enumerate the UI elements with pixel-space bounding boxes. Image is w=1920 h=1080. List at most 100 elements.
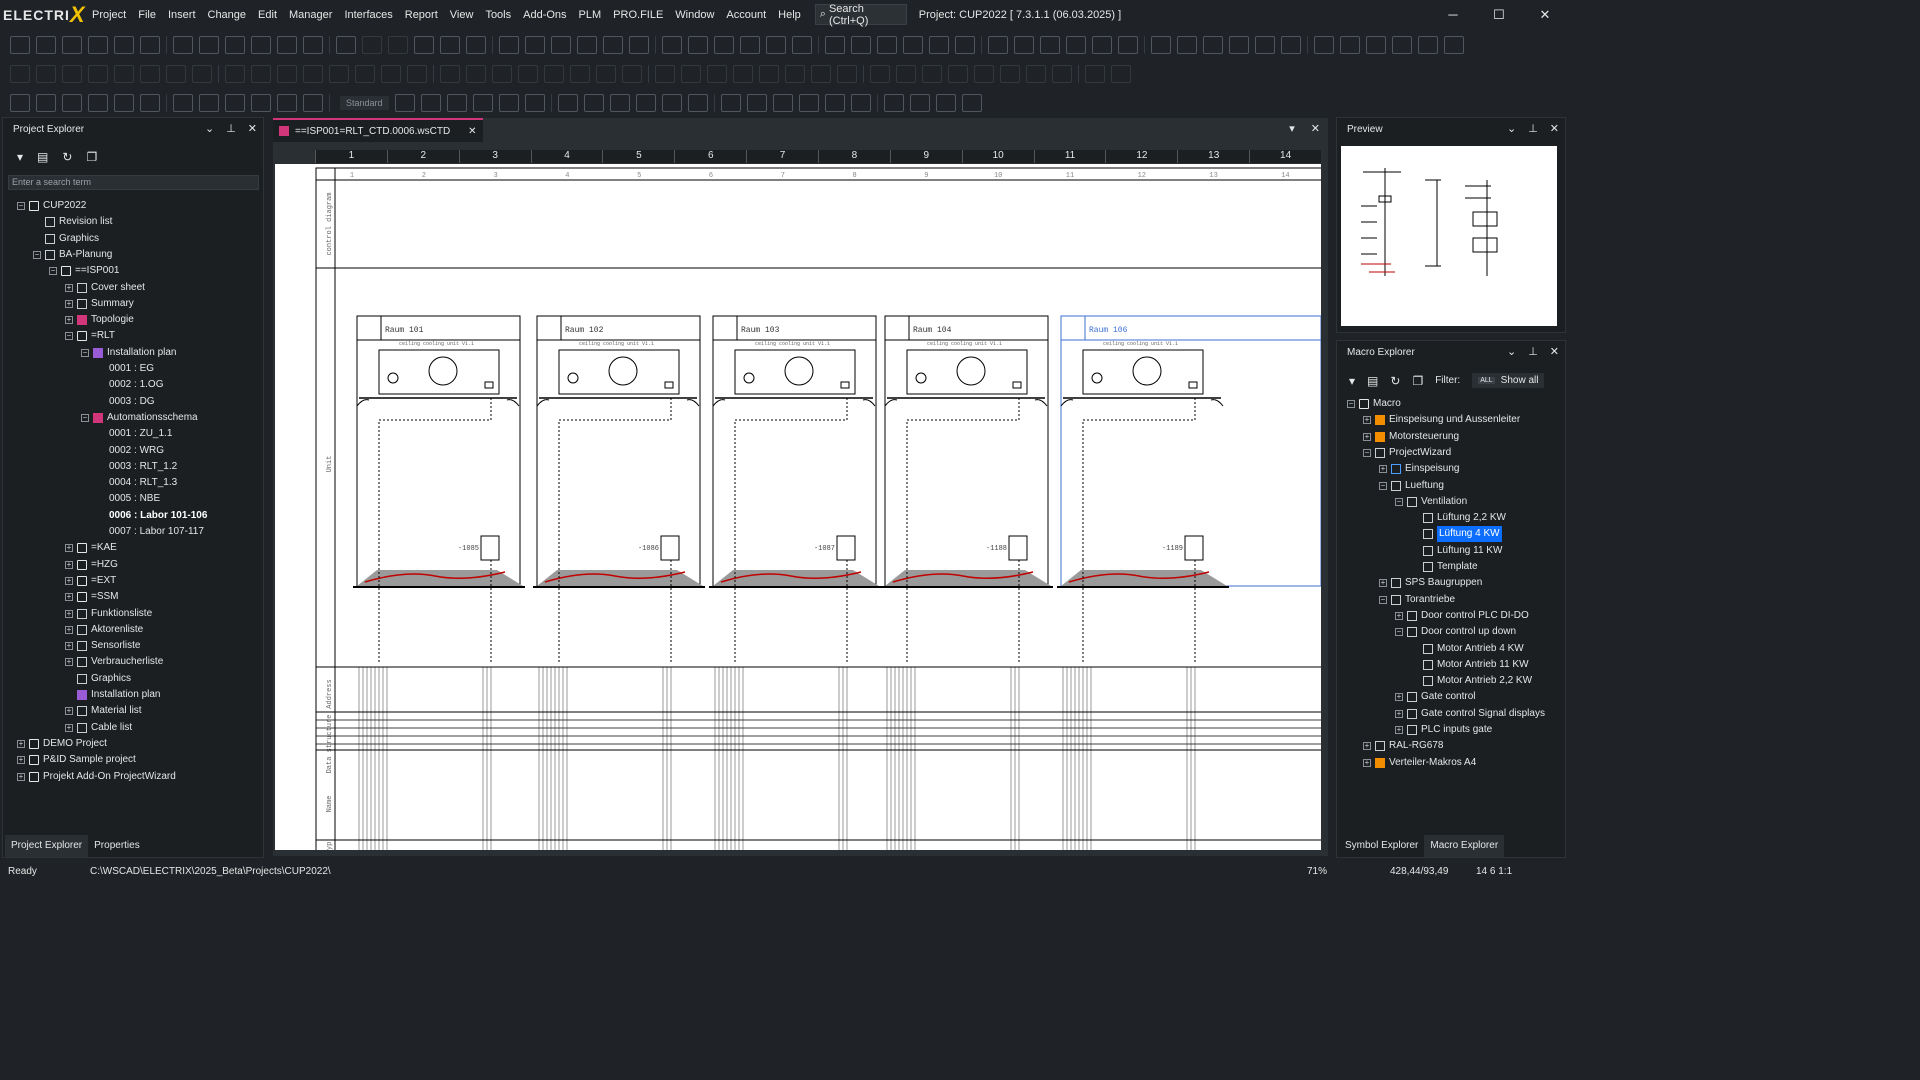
toolbar-tool-icon[interactable] [277, 93, 297, 112]
toolbar-tool-icon[interactable] [688, 35, 708, 54]
toolbar-tool-icon[interactable] [251, 64, 271, 83]
expand-icon[interactable]: + [65, 283, 73, 292]
toolbar-tool-icon[interactable] [277, 35, 297, 54]
toolbar-tool-icon[interactable] [974, 64, 994, 83]
toolbar-tool-icon[interactable] [414, 35, 434, 54]
dropdown-icon[interactable]: ▾ [17, 150, 23, 164]
toolbar-tool-icon[interactable] [1014, 35, 1034, 54]
tree-item[interactable]: − BA-Planung [33, 247, 112, 263]
toolbar-tool-icon[interactable] [811, 64, 831, 83]
tree-item[interactable]: + Door control PLC DI-DO [1395, 608, 1529, 624]
tree-item[interactable]: 0003 : RLT_1.2 [97, 459, 177, 475]
close-icon[interactable]: ✕ [248, 122, 257, 135]
toolbar-tool-icon[interactable] [36, 93, 56, 112]
close-button[interactable]: ✕ [1522, 0, 1568, 29]
toolbar-tool-icon[interactable] [772, 93, 793, 112]
toolbar-tool-icon[interactable] [466, 35, 486, 54]
tree-item[interactable]: + Aktorenliste [65, 622, 143, 638]
toolbar-tool-icon[interactable] [577, 35, 597, 54]
toolbar-tool-icon[interactable] [929, 35, 949, 54]
toolbar-tool-icon[interactable] [720, 93, 741, 112]
toolbar-tool-icon[interactable] [251, 93, 271, 112]
toolbar-tool-icon[interactable] [225, 35, 245, 54]
toolbar-tool-icon[interactable] [1177, 35, 1197, 54]
tree-item[interactable]: 0004 : RLT_1.3 [97, 475, 177, 491]
toolbar-tool-icon[interactable] [140, 93, 160, 112]
expand-icon[interactable]: + [65, 642, 73, 651]
toolbar-tool-icon[interactable] [466, 64, 486, 83]
toolbar-tool-icon[interactable] [740, 35, 760, 54]
tree-item[interactable]: + Gate control [1395, 689, 1475, 705]
tree-item[interactable]: + Gate control Signal displays [1395, 706, 1545, 722]
menu-manager[interactable]: Manager [283, 9, 338, 21]
toolbar-tool-icon[interactable] [62, 93, 82, 112]
expand-icon[interactable]: + [65, 707, 73, 716]
tree-item[interactable]: Lüftung 2,2 KW [1411, 510, 1506, 526]
toolbar-tool-icon[interactable] [824, 93, 845, 112]
toolbar-tool-icon[interactable] [440, 64, 460, 83]
menu-window[interactable]: Window [669, 9, 720, 21]
toolbar-tool-icon[interactable] [10, 35, 30, 54]
collapse-icon[interactable]: − [33, 250, 41, 259]
tree-item[interactable]: − ProjectWizard [1363, 445, 1451, 461]
toolbar-tool-icon[interactable] [1092, 35, 1112, 54]
toolbar-tool-icon[interactable] [492, 64, 512, 83]
toolbar-tool-icon[interactable] [570, 64, 590, 83]
menu-project[interactable]: Project [86, 9, 132, 21]
toolbar-tool-icon[interactable] [277, 64, 297, 83]
menu-interfaces[interactable]: Interfaces [338, 9, 398, 21]
toolbar-tool-icon[interactable] [1229, 35, 1249, 54]
toolbar-tool-icon[interactable] [707, 64, 727, 83]
expand-icon[interactable]: + [17, 772, 25, 781]
expand-icon[interactable]: + [65, 609, 73, 618]
toolbar-tool-icon[interactable] [303, 64, 323, 83]
tree-item[interactable]: − Ventilation [1395, 494, 1467, 510]
expand-icon[interactable]: + [65, 560, 73, 569]
tree-item[interactable]: 0005 : NBE [97, 491, 160, 507]
tree-item[interactable]: + RAL-RG678 [1363, 738, 1443, 754]
toolbar-tool-icon[interactable] [303, 93, 323, 112]
refresh-icon[interactable]: ↻ [62, 150, 72, 164]
expand-icon[interactable]: + [65, 625, 73, 634]
toolbar-tool-icon[interactable] [381, 64, 401, 83]
tree-item[interactable]: 0003 : DG [97, 394, 155, 410]
toolbar-tool-icon[interactable] [1052, 64, 1072, 83]
toolbar-tool-icon[interactable] [1040, 35, 1060, 54]
toolbar-tool-icon[interactable] [498, 93, 519, 112]
toolbar-tool-icon[interactable] [114, 93, 134, 112]
tree-item[interactable]: + PLC inputs gate [1395, 722, 1492, 738]
toolbar-tool-icon[interactable] [1392, 35, 1412, 54]
tree-item[interactable]: + P&ID Sample project [17, 752, 136, 768]
toolbar-tool-icon[interactable] [407, 64, 427, 83]
expand-icon[interactable]: + [1395, 693, 1403, 702]
tree-item[interactable]: Graphics [65, 671, 131, 687]
collapse-icon[interactable]: − [65, 332, 73, 341]
toolbar-tool-icon[interactable] [355, 64, 375, 83]
tree-item[interactable]: Revision list [33, 214, 112, 230]
toolbar-tool-icon[interactable] [225, 64, 245, 83]
tab-properties[interactable]: Properties [88, 835, 146, 857]
pin-icon[interactable]: ⊥ [1528, 122, 1538, 135]
tree-item[interactable]: + =SSM [65, 589, 119, 605]
toolbar-tool-icon[interactable] [1111, 64, 1131, 83]
toolbar-tool-icon[interactable] [36, 64, 56, 83]
toolbar-tool-icon[interactable] [1085, 64, 1105, 83]
close-icon[interactable]: ✕ [1550, 345, 1559, 358]
tree-item[interactable]: + Topologie [65, 312, 134, 328]
menu-edit[interactable]: Edit [252, 9, 283, 21]
toolbar-tool-icon[interactable] [1314, 35, 1334, 54]
tree-item[interactable]: − ==ISP001 [49, 263, 119, 279]
project-search-input[interactable]: Enter a search term [8, 175, 259, 190]
toolbar-tool-icon[interactable] [896, 64, 916, 83]
toolbar-tool-icon[interactable] [1066, 35, 1086, 54]
minimize-button[interactable]: ─ [1430, 0, 1476, 29]
menu-change[interactable]: Change [202, 9, 253, 21]
toolbar-tool-icon[interactable] [362, 35, 382, 54]
tree-item[interactable]: + Cable list [65, 720, 132, 736]
toolbar-tool-icon[interactable] [446, 93, 467, 112]
toolbar-tool-icon[interactable] [551, 35, 571, 54]
toolbar-tool-icon[interactable] [733, 64, 753, 83]
expand-icon[interactable]: + [1363, 432, 1371, 441]
toolbar-tool-icon[interactable] [336, 35, 356, 54]
close-icon[interactable]: ✕ [1311, 122, 1320, 135]
